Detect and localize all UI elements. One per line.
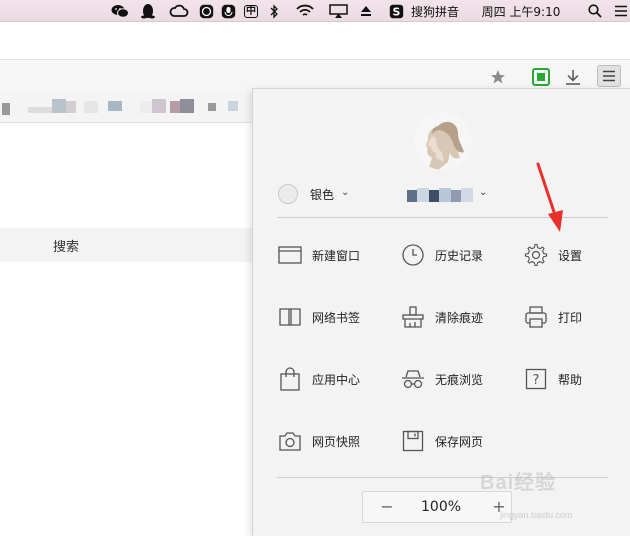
menu-item-label: 帮助: [558, 372, 583, 387]
zoom-control: − 100% +: [362, 491, 512, 523]
bookmark-item[interactable]: [2, 103, 10, 115]
airplay-icon[interactable]: [328, 3, 348, 19]
bookmark-item[interactable]: [228, 101, 238, 111]
menu-item-label: 无痕浏览: [435, 372, 484, 387]
chinese-input-glyph: 中: [244, 4, 258, 18]
baidu-watermark-url: jingyan.baidu.com: [500, 510, 573, 520]
bluetooth-icon[interactable]: [268, 3, 280, 19]
bookmark-item[interactable]: [28, 107, 52, 113]
incognito-icon: [400, 366, 426, 392]
hamburger-icon: [603, 70, 615, 82]
bookmark-item[interactable]: [84, 101, 98, 113]
menu-item-help[interactable]: ? 帮助: [523, 362, 630, 396]
menu-item-save-page[interactable]: 保存网页: [400, 424, 510, 458]
smiley-icon[interactable]: [198, 3, 214, 19]
download-icon[interactable]: [563, 67, 583, 87]
extension-icon[interactable]: [531, 67, 551, 87]
history-clock-icon: [400, 242, 426, 268]
new-window-icon: [277, 242, 303, 268]
username-pixelated[interactable]: [407, 186, 479, 204]
menu-item-new-window[interactable]: 新建窗口: [277, 238, 387, 272]
book-icon: [277, 304, 303, 330]
annotation-arrow-icon: [536, 162, 563, 232]
search-label[interactable]: 搜索: [53, 236, 79, 255]
input-method-label[interactable]: 搜狗拼音: [410, 3, 460, 19]
bookmark-item[interactable]: [140, 101, 152, 113]
menu-item-settings[interactable]: 设置: [523, 238, 630, 272]
eject-icon[interactable]: [359, 3, 373, 19]
bookmark-item[interactable]: [152, 99, 166, 113]
save-disk-icon: [400, 428, 426, 454]
svg-text:S: S: [392, 5, 400, 18]
menu-divider: [277, 477, 608, 478]
bookmark-item[interactable]: [180, 99, 194, 113]
camera-icon: [277, 428, 303, 454]
svg-text:?: ?: [533, 373, 540, 388]
menu-item-app-center[interactable]: 应用中心: [277, 362, 387, 396]
bookmark-item[interactable]: [66, 101, 76, 113]
menubar-clock[interactable]: 周四 上午9:10: [476, 3, 566, 19]
shopping-bag-icon: [277, 366, 303, 392]
menu-item-label: 网络书签: [312, 310, 361, 325]
main-menu-button[interactable]: [597, 65, 621, 87]
qq-penguin-icon[interactable]: [140, 3, 156, 19]
bookmark-item[interactable]: [108, 101, 122, 111]
macos-menu-bar: 中 S 搜狗拼音 周四 上午9:10: [0, 0, 630, 22]
menu-item-web-bookmarks[interactable]: 网络书签: [277, 300, 387, 334]
menu-item-label: 历史记录: [435, 248, 484, 263]
bookmark-item[interactable]: [170, 101, 180, 113]
menu-item-label: 新建窗口: [312, 248, 361, 263]
bookmark-star-icon[interactable]: [488, 67, 508, 87]
chevron-down-icon[interactable]: ⌄: [479, 187, 487, 198]
menu-item-label: 保存网页: [435, 434, 484, 449]
theme-label[interactable]: 银色: [310, 186, 334, 203]
menu-item-page-snapshot[interactable]: 网页快照: [277, 424, 387, 458]
chevron-down-icon[interactable]: ⌄: [341, 187, 349, 198]
menu-item-label: 设置: [558, 248, 583, 263]
microphone-icon[interactable]: [220, 3, 236, 19]
user-avatar[interactable]: [414, 112, 472, 170]
wifi-icon[interactable]: [295, 3, 315, 19]
sogou-icon[interactable]: S: [388, 3, 404, 19]
creative-cloud-icon[interactable]: [169, 3, 189, 19]
bookmark-item[interactable]: [52, 99, 66, 113]
menu-item-incognito[interactable]: 无痕浏览: [400, 362, 510, 396]
theme-color-swatch[interactable]: [278, 184, 298, 204]
menu-item-print[interactable]: 打印: [523, 300, 630, 334]
menu-item-clear-traces[interactable]: 清除痕迹: [400, 300, 510, 334]
spotlight-search-icon[interactable]: [587, 3, 603, 19]
menu-item-label: 打印: [558, 310, 583, 325]
zoom-level: 100%: [421, 499, 462, 515]
notification-center-icon[interactable]: [613, 3, 629, 19]
help-icon: ?: [523, 366, 549, 392]
menu-item-label: 清除痕迹: [435, 310, 484, 325]
printer-icon: [523, 304, 549, 330]
bookmark-item[interactable]: [208, 103, 216, 111]
zoom-out-button[interactable]: −: [379, 497, 395, 516]
wechat-icon[interactable]: [110, 3, 130, 19]
chinese-input-indicator[interactable]: 中: [243, 3, 259, 19]
menu-item-label: 网页快照: [312, 434, 361, 449]
baidu-watermark: Bai经验: [480, 472, 557, 494]
search-row: [0, 228, 252, 262]
gear-icon: [523, 242, 549, 268]
menu-item-history[interactable]: 历史记录: [400, 238, 510, 272]
eraser-icon: [400, 304, 426, 330]
menu-item-label: 应用中心: [312, 372, 361, 387]
